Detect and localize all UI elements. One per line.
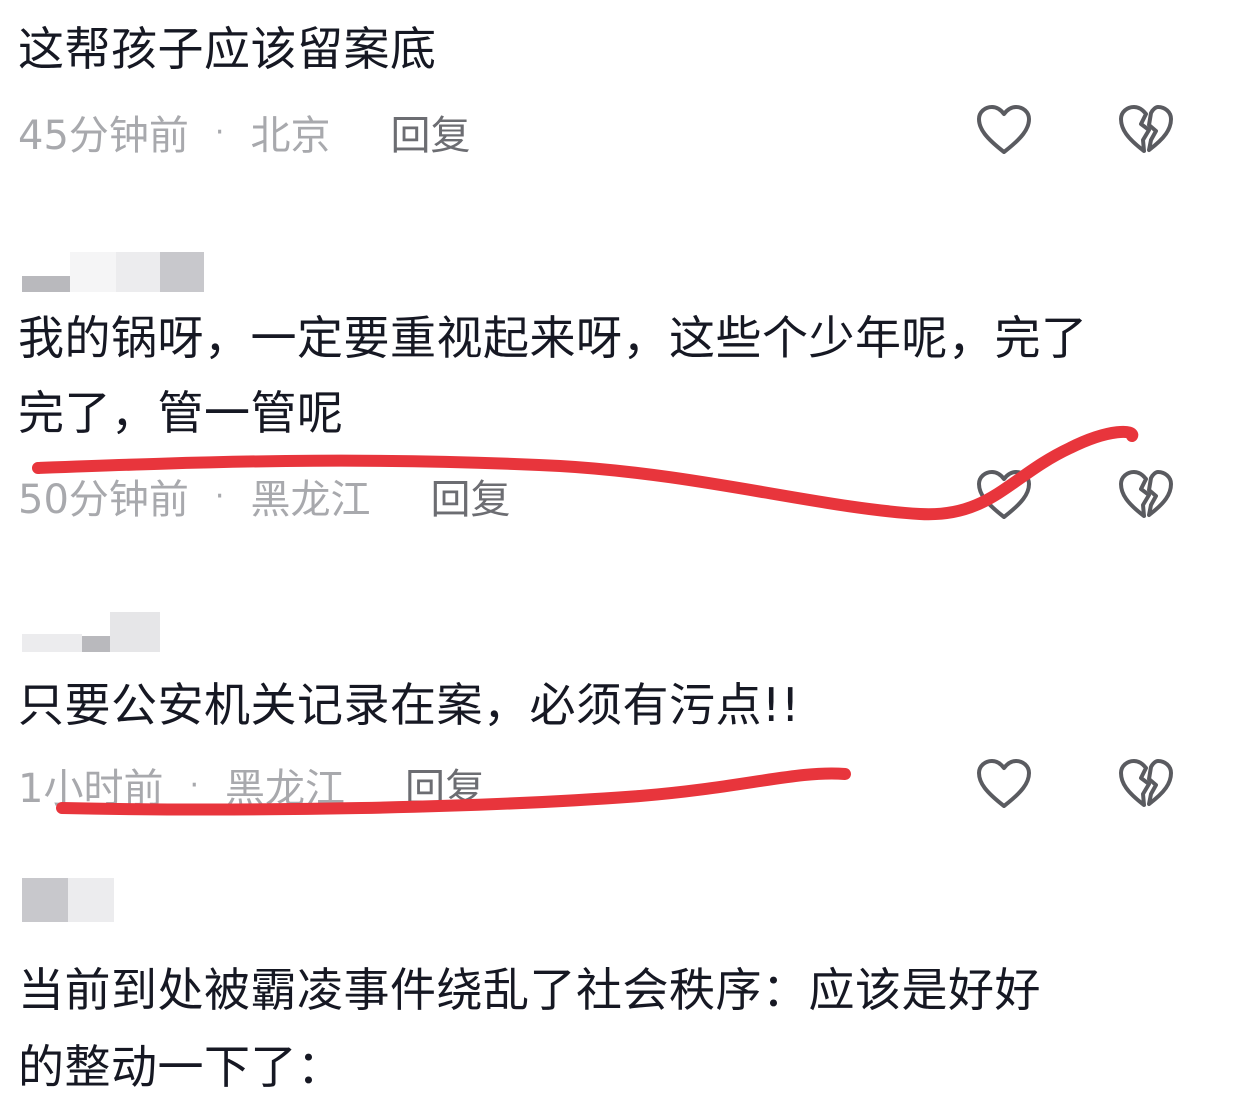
red-annotation-strokes: [32, 425, 1139, 816]
comment-1-meta: 45分钟前 · 北京 回复: [18, 102, 470, 162]
like-button[interactable]: [974, 754, 1034, 814]
comment-2-text-line-1: 我的锅呀，一定要重视起来呀，这些个少年呢，完了: [18, 311, 1088, 365]
redaction-block: [22, 878, 68, 922]
comment-1-text: 这帮孩子应该留案底: [18, 22, 437, 76]
meta-separator: ·: [214, 478, 225, 514]
dislike-button[interactable]: [1116, 754, 1176, 814]
comment-location: 北京: [250, 113, 331, 159]
redaction-block: [22, 252, 70, 292]
comment-location: 黑龙江: [225, 766, 345, 812]
like-button[interactable]: [974, 465, 1034, 525]
redaction-block: [110, 612, 160, 652]
meta-separator: ·: [189, 767, 199, 803]
heart-outline-icon: [977, 105, 1031, 154]
comment-4-text-line-1: 当前到处被霸凌事件绕乱了社会秩序：应该是好好: [18, 963, 1041, 1017]
dislike-button[interactable]: [1116, 465, 1176, 525]
redaction-block: [82, 612, 110, 652]
heart-outline-icon: [977, 759, 1031, 808]
redaction-block: [116, 252, 160, 292]
username-redacted: [22, 612, 160, 652]
reply-button[interactable]: 回复: [405, 756, 485, 814]
broken-heart-icon: [1119, 470, 1173, 518]
comment-3-text: 只要公安机关记录在案，必须有污点!!: [18, 678, 800, 732]
comment-3-meta: 1小时前 · 黑龙江 回复: [18, 755, 485, 815]
broken-heart-icon: [1119, 105, 1173, 153]
comment-location: 黑龙江: [250, 477, 371, 523]
like-button[interactable]: [974, 100, 1034, 160]
redaction-block: [22, 612, 82, 652]
reply-button[interactable]: 回复: [430, 467, 510, 525]
comment-time: 45分钟前: [18, 113, 189, 159]
comment-2-text-line-2: 完了，管一管呢: [18, 386, 344, 440]
username-redacted: [22, 878, 114, 922]
redaction-block: [68, 878, 114, 922]
comment-4-text-line-2: 的整动一下了：: [18, 1040, 344, 1094]
meta-separator: ·: [214, 114, 225, 150]
redaction-block: [160, 252, 204, 292]
username-redacted: [22, 252, 204, 292]
redaction-block: [70, 252, 116, 292]
comment-time: 1小时前: [18, 766, 164, 812]
heart-outline-icon: [977, 470, 1031, 519]
comment-time: 50分钟前: [18, 477, 189, 523]
comment-2-meta: 50分钟前 · 黑龙江 回复: [18, 466, 510, 526]
broken-heart-icon: [1119, 759, 1173, 807]
reply-button[interactable]: 回复: [390, 103, 470, 161]
dislike-button[interactable]: [1116, 100, 1176, 160]
